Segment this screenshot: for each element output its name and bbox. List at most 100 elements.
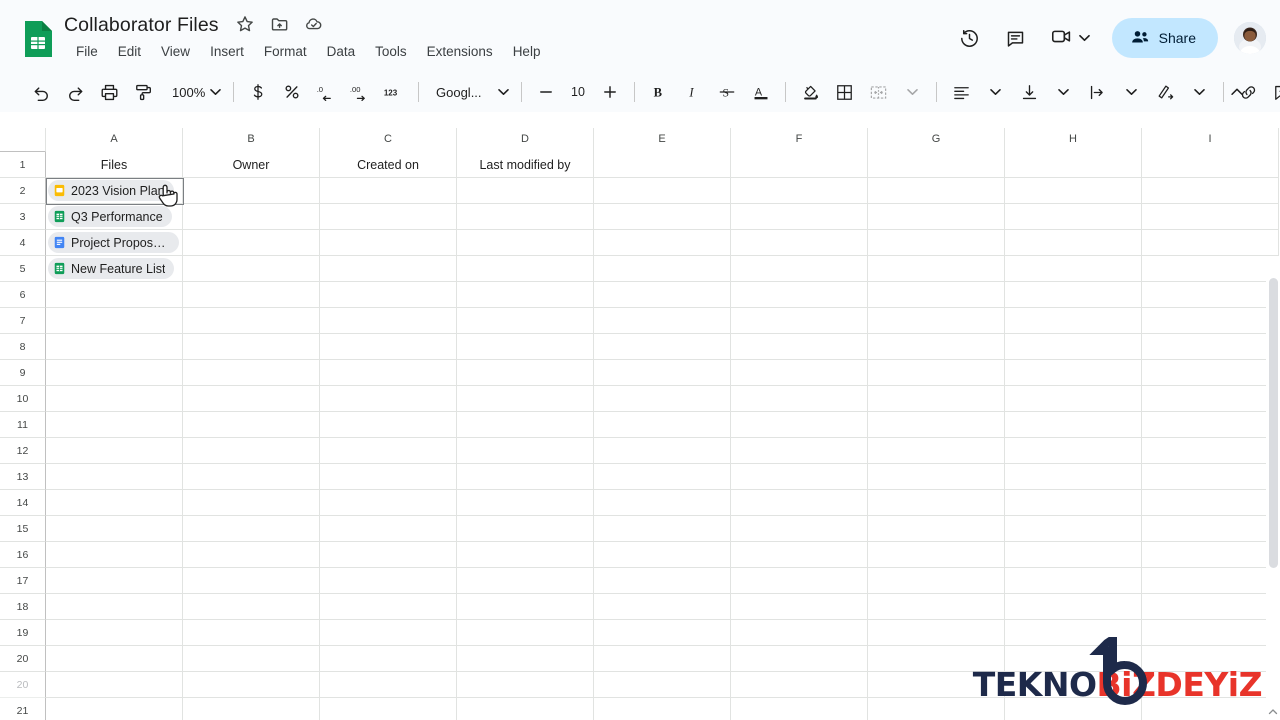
menu-item-tools[interactable]: Tools [365, 40, 417, 63]
cell-G18[interactable] [868, 594, 1005, 620]
cell-C6[interactable] [320, 282, 457, 308]
cell-B11[interactable] [183, 412, 320, 438]
cell-F11[interactable] [731, 412, 868, 438]
cell-D19[interactable] [457, 620, 594, 646]
cell-C8[interactable] [320, 334, 457, 360]
cell-E22[interactable] [594, 698, 731, 720]
paint-format-button[interactable] [129, 78, 157, 106]
cell-G6[interactable] [868, 282, 1005, 308]
cell-C22[interactable] [320, 698, 457, 720]
file-chip[interactable]: Project Proposa... [48, 232, 179, 253]
cell-F14[interactable] [731, 490, 868, 516]
more-formats-button[interactable]: 123 [380, 78, 408, 106]
cell-I22[interactable] [1142, 698, 1279, 720]
cell-H7[interactable] [1005, 308, 1142, 334]
cell-A17[interactable] [46, 568, 183, 594]
cell-I6[interactable] [1142, 282, 1279, 308]
cell-G16[interactable] [868, 542, 1005, 568]
cell-G10[interactable] [868, 386, 1005, 412]
cell-C18[interactable] [320, 594, 457, 620]
cell-F16[interactable] [731, 542, 868, 568]
cell-F4[interactable] [731, 230, 868, 256]
column-header-c[interactable]: C [320, 128, 457, 152]
cell-D1[interactable]: Last modified by [457, 152, 594, 178]
cell-I21[interactable] [1142, 672, 1279, 698]
cell-I2[interactable] [1142, 178, 1279, 204]
cell-D15[interactable] [457, 516, 594, 542]
cell-D20[interactable] [457, 646, 594, 672]
cell-B22[interactable] [183, 698, 320, 720]
cell-C17[interactable] [320, 568, 457, 594]
column-header-d[interactable]: D [457, 128, 594, 152]
cell-I7[interactable] [1142, 308, 1279, 334]
horizontal-align-dropdown[interactable] [981, 78, 1009, 106]
row-header-20[interactable]: 20 [0, 646, 46, 672]
cell-I1[interactable] [1142, 152, 1279, 178]
cell-B18[interactable] [183, 594, 320, 620]
menu-item-edit[interactable]: Edit [108, 40, 151, 63]
insert-comment-button[interactable] [1268, 78, 1280, 106]
cloud-saved-icon[interactable] [304, 14, 326, 36]
italic-button[interactable]: I [679, 78, 707, 106]
cell-C3[interactable] [320, 204, 457, 230]
bold-button[interactable]: B [645, 78, 673, 106]
cell-C13[interactable] [320, 464, 457, 490]
row-header-18[interactable]: 18 [0, 594, 46, 620]
cell-C16[interactable] [320, 542, 457, 568]
menu-item-view[interactable]: View [151, 40, 200, 63]
cell-G17[interactable] [868, 568, 1005, 594]
cell-D11[interactable] [457, 412, 594, 438]
cell-H20[interactable] [1005, 646, 1142, 672]
cell-F10[interactable] [731, 386, 868, 412]
cell-H13[interactable] [1005, 464, 1142, 490]
select-all-corner[interactable] [0, 128, 46, 152]
document-title[interactable]: Collaborator Files [64, 12, 219, 38]
row-header-19[interactable]: 19 [0, 620, 46, 646]
cell-C12[interactable] [320, 438, 457, 464]
cell-G9[interactable] [868, 360, 1005, 386]
cell-H6[interactable] [1005, 282, 1142, 308]
cell-F3[interactable] [731, 204, 868, 230]
cell-B16[interactable] [183, 542, 320, 568]
cell-F6[interactable] [731, 282, 868, 308]
cell-E15[interactable] [594, 516, 731, 542]
cell-H18[interactable] [1005, 594, 1142, 620]
move-to-folder-icon[interactable] [270, 14, 292, 36]
cell-E4[interactable] [594, 230, 731, 256]
row-header-10[interactable]: 10 [0, 386, 46, 412]
cell-B1[interactable]: Owner [183, 152, 320, 178]
cell-H8[interactable] [1005, 334, 1142, 360]
print-button[interactable] [95, 78, 123, 106]
cell-F7[interactable] [731, 308, 868, 334]
cell-E10[interactable] [594, 386, 731, 412]
cell-D9[interactable] [457, 360, 594, 386]
cell-F19[interactable] [731, 620, 868, 646]
column-header-g[interactable]: G [868, 128, 1005, 152]
cell-C15[interactable] [320, 516, 457, 542]
strikethrough-button[interactable]: S [713, 78, 741, 106]
cell-D14[interactable] [457, 490, 594, 516]
cell-G5[interactable] [868, 256, 1005, 282]
cell-A15[interactable] [46, 516, 183, 542]
cell-G2[interactable] [868, 178, 1005, 204]
cell-A7[interactable] [46, 308, 183, 334]
cell-B4[interactable] [183, 230, 320, 256]
increase-decimal-button[interactable]: .00 [346, 78, 374, 106]
column-header-b[interactable]: B [183, 128, 320, 152]
cell-A3[interactable]: Q3 Performance [46, 204, 183, 230]
row-header-16[interactable]: 16 [0, 542, 46, 568]
collapse-toolbar-button[interactable] [1223, 78, 1251, 106]
cell-A20[interactable] [46, 646, 183, 672]
text-wrapping-button[interactable] [1083, 78, 1111, 106]
merge-cells-button[interactable] [864, 78, 892, 106]
cell-H16[interactable] [1005, 542, 1142, 568]
row-header-17[interactable]: 17 [0, 568, 46, 594]
cell-F12[interactable] [731, 438, 868, 464]
menu-item-help[interactable]: Help [503, 40, 551, 63]
zoom-control[interactable]: 100% [164, 78, 226, 106]
cell-H10[interactable] [1005, 386, 1142, 412]
cell-A6[interactable] [46, 282, 183, 308]
cell-D17[interactable] [457, 568, 594, 594]
font-family-control[interactable]: Googl... [426, 78, 514, 106]
cell-G7[interactable] [868, 308, 1005, 334]
